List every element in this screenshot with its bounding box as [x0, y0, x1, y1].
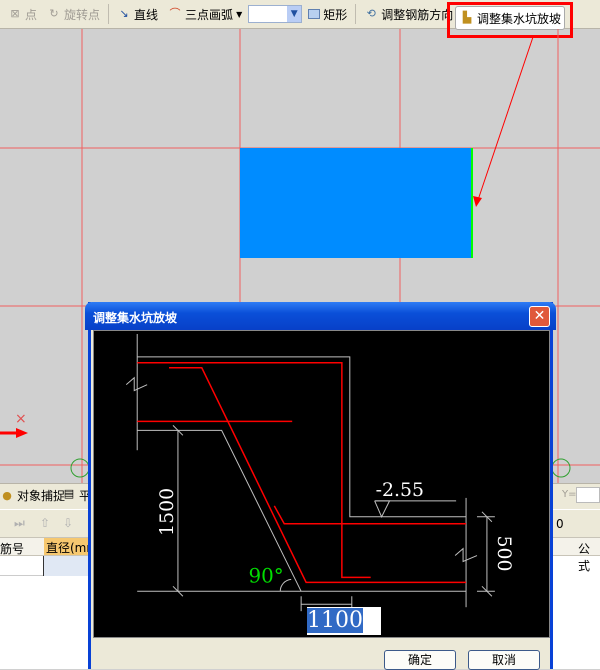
dropdown-icon: ▼ [236, 9, 243, 19]
y-label: Y= [562, 489, 577, 500]
slope-width-value: 1100 [307, 608, 363, 633]
slope-diagram: 1500 500 -2.55 90° [93, 330, 550, 638]
dim-500-label: 500 [493, 536, 515, 572]
dialog-title: 调整集水坑放坡 [85, 302, 556, 330]
axis-circle-icon [551, 458, 571, 478]
move-up-icon[interactable]: ⇧ [40, 516, 50, 530]
ok-button[interactable]: 确定 [384, 650, 456, 670]
ortho-button[interactable]: ▤ 平 [62, 487, 91, 504]
ortho-icon: ▤ [63, 487, 75, 500]
cancel-button[interactable]: 取消 [468, 650, 540, 670]
elevation-label: -2.55 [376, 479, 424, 501]
rect-label: 矩形 [323, 7, 348, 22]
line-button[interactable]: ↘ 直线 [113, 3, 162, 25]
rebar-line [137, 362, 371, 579]
rect-button[interactable]: 矩形 [304, 3, 351, 25]
close-button[interactable]: ✕ [529, 306, 550, 327]
col-formula[interactable]: 公式 [578, 540, 600, 574]
point-icon: ⊠ [10, 7, 20, 20]
y-input[interactable] [576, 487, 600, 503]
rotate-point-button[interactable]: ↻ 旋转点 [43, 3, 104, 25]
rebar-line [168, 367, 467, 584]
pit-slab[interactable] [240, 148, 472, 258]
col-rebar-no[interactable]: 筋号 [0, 540, 43, 557]
object-snap-label: 对象捕捉 [17, 489, 66, 503]
snap-icon: ● [2, 488, 12, 502]
rotate-point-label: 旋转点 [64, 7, 101, 22]
slope-width-input[interactable]: 1100 [307, 607, 381, 635]
rect-icon [308, 9, 321, 19]
table-row[interactable] [0, 556, 90, 576]
adjust-rebar-dir-label: 调整钢筋方向 [381, 7, 454, 22]
style-combo[interactable]: ▼ [248, 5, 303, 23]
arc-label: 三点画弧 [185, 7, 234, 22]
annotation-arrow [477, 36, 534, 201]
rebar-line [273, 505, 467, 525]
object-snap-button[interactable]: ● 对象捕捉 [0, 487, 65, 504]
point-label: 点 [25, 7, 38, 22]
line-label: 直线 [134, 7, 159, 22]
axis-arrowhead-icon [16, 428, 28, 438]
rebar-dir-icon: ⟲ [366, 7, 376, 20]
adjust-rebar-dir-button[interactable]: ⟲ 调整钢筋方向 [360, 3, 457, 25]
angle-label: 90° [248, 564, 283, 587]
axis-circle-icon [70, 458, 90, 478]
point-button[interactable]: ⊠ 点 [4, 3, 41, 25]
arrow-head-icon [473, 196, 482, 207]
separator [108, 4, 110, 24]
elevation-triangle-icon [374, 500, 391, 518]
last-icon[interactable]: ⏭ [14, 516, 25, 531]
move-down-icon[interactable]: ⇩ [63, 516, 73, 530]
rotate-icon: ↻ [49, 7, 59, 20]
chevron-down-icon: ▼ [287, 6, 302, 22]
arc-icon: ⌒ [169, 7, 181, 20]
dim-1500-label: 1500 [156, 488, 178, 536]
value-readout: 0 [556, 517, 564, 531]
col-diameter[interactable]: 直径(mm) [44, 538, 90, 555]
origin-x-icon: × [15, 411, 27, 427]
line-icon: ↘ [119, 7, 129, 20]
separator [355, 4, 357, 24]
arc-button[interactable]: ⌒ 三点画弧 ▼ [164, 3, 246, 25]
